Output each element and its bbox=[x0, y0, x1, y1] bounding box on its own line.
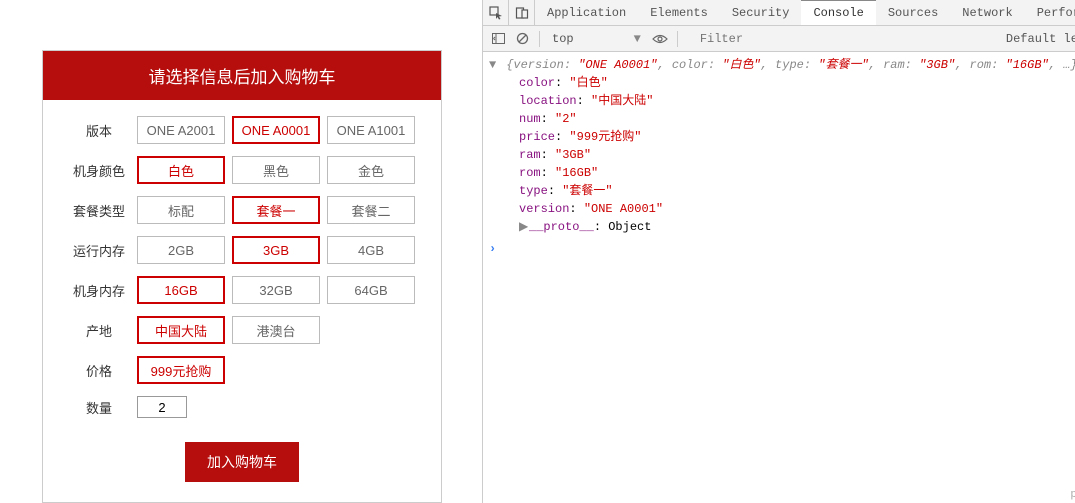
device-icon[interactable] bbox=[509, 0, 535, 26]
object-summary: {version: "ONE A0001", color: "白色", type… bbox=[506, 58, 1075, 72]
label-ram: 运行内存 bbox=[61, 241, 137, 260]
label-qty: 数量 bbox=[61, 398, 137, 417]
option-rom-1[interactable]: 32GB bbox=[232, 276, 320, 304]
context-value: top bbox=[552, 32, 574, 46]
label-type: 套餐类型 bbox=[61, 201, 137, 220]
qty-input[interactable] bbox=[137, 396, 187, 418]
options-ram: 2GB 3GB 4GB bbox=[137, 236, 415, 264]
prop-row: ram: "3GB" bbox=[489, 146, 1075, 164]
console-prompt-icon[interactable]: › bbox=[489, 236, 1075, 258]
row-price: 价格 999元抢购 bbox=[43, 350, 441, 390]
console-object[interactable]: ▼ {version: "ONE A0001", color: "白色", ty… bbox=[489, 56, 1075, 74]
qty-wrap bbox=[137, 396, 187, 418]
form-header: 请选择信息后加入购物车 bbox=[43, 51, 441, 100]
levels-label: Default levels bbox=[1006, 32, 1075, 46]
option-type-1[interactable]: 套餐一 bbox=[232, 196, 320, 224]
tab-network[interactable]: Network bbox=[950, 0, 1024, 26]
price-display: 999元抢购 bbox=[137, 356, 225, 384]
option-rom-0[interactable]: 16GB bbox=[137, 276, 225, 304]
row-qty: 数量 bbox=[43, 390, 441, 424]
label-version: 版本 bbox=[61, 121, 137, 140]
chevron-down-icon: ▼ bbox=[634, 32, 641, 46]
toggle-expanded-icon[interactable]: ▼ bbox=[489, 56, 499, 74]
tab-security[interactable]: Security bbox=[720, 0, 802, 26]
options-type: 标配 套餐一 套餐二 bbox=[137, 196, 415, 224]
option-ram-2[interactable]: 4GB bbox=[327, 236, 415, 264]
option-ram-0[interactable]: 2GB bbox=[137, 236, 225, 264]
prop-row: type: "套餐一" bbox=[489, 182, 1075, 200]
option-type-0[interactable]: 标配 bbox=[137, 196, 225, 224]
prop-row: rom: "16GB" bbox=[489, 164, 1075, 182]
context-selector[interactable]: top ▼ bbox=[546, 32, 647, 46]
options-color: 白色 黑色 金色 bbox=[137, 156, 415, 184]
options-version: ONE A2001 ONE A0001 ONE A1001 bbox=[137, 116, 415, 144]
devtools-tabs: Application Elements Security Console So… bbox=[483, 0, 1075, 26]
toolbar-divider bbox=[539, 31, 540, 47]
option-version-2[interactable]: ONE A1001 bbox=[327, 116, 415, 144]
options-location: 中国大陆 港澳台 bbox=[137, 316, 320, 344]
console-output[interactable]: ▼ {version: "ONE A0001", color: "白色", ty… bbox=[483, 52, 1075, 503]
console-sidebar-icon[interactable] bbox=[487, 28, 509, 50]
watermark: php中文网 bbox=[1071, 485, 1075, 501]
row-rom: 机身内存 16GB 32GB 64GB bbox=[43, 270, 441, 310]
option-version-1[interactable]: ONE A0001 bbox=[232, 116, 320, 144]
log-levels-selector[interactable]: Default levels ▼ bbox=[1006, 32, 1075, 46]
tab-application[interactable]: Application bbox=[535, 0, 638, 26]
console-toolbar: top ▼ Default levels ▼ bbox=[483, 26, 1075, 52]
devtools-panel: Application Elements Security Console So… bbox=[482, 0, 1075, 503]
row-location: 产地 中国大陆 港澳台 bbox=[43, 310, 441, 350]
row-ram: 运行内存 2GB 3GB 4GB bbox=[43, 230, 441, 270]
form-body: 版本 ONE A2001 ONE A0001 ONE A1001 机身颜色 白色… bbox=[43, 100, 441, 502]
clear-console-icon[interactable] bbox=[511, 28, 533, 50]
option-location-0[interactable]: 中国大陆 bbox=[137, 316, 225, 344]
row-color: 机身颜色 白色 黑色 金色 bbox=[43, 150, 441, 190]
option-version-0[interactable]: ONE A2001 bbox=[137, 116, 225, 144]
tab-sources[interactable]: Sources bbox=[876, 0, 950, 26]
tab-performance[interactable]: Performance bbox=[1025, 0, 1075, 26]
tab-console[interactable]: Console bbox=[801, 0, 875, 25]
prop-row: version: "ONE A0001" bbox=[489, 200, 1075, 218]
option-color-2[interactable]: 金色 bbox=[327, 156, 415, 184]
filter-input[interactable] bbox=[696, 32, 816, 46]
row-version: 版本 ONE A2001 ONE A0001 ONE A1001 bbox=[43, 110, 441, 150]
option-location-1[interactable]: 港澳台 bbox=[232, 316, 320, 344]
label-location: 产地 bbox=[61, 321, 137, 340]
inspect-icon[interactable] bbox=[483, 0, 509, 26]
prop-row: location: "中国大陆" bbox=[489, 92, 1075, 110]
option-color-1[interactable]: 黑色 bbox=[232, 156, 320, 184]
options-rom: 16GB 32GB 64GB bbox=[137, 276, 415, 304]
option-color-0[interactable]: 白色 bbox=[137, 156, 225, 184]
prop-row: price: "999元抢购" bbox=[489, 128, 1075, 146]
product-form: 请选择信息后加入购物车 版本 ONE A2001 ONE A0001 ONE A… bbox=[42, 50, 442, 503]
row-type: 套餐类型 标配 套餐一 套餐二 bbox=[43, 190, 441, 230]
price-value: 999元抢购 bbox=[137, 356, 225, 384]
option-ram-1[interactable]: 3GB bbox=[232, 236, 320, 264]
add-to-cart-button[interactable]: 加入购物车 bbox=[185, 442, 299, 482]
tab-elements[interactable]: Elements bbox=[638, 0, 720, 26]
label-color: 机身颜色 bbox=[61, 161, 137, 180]
prop-row: num: "2" bbox=[489, 110, 1075, 128]
page-content: 请选择信息后加入购物车 版本 ONE A2001 ONE A0001 ONE A… bbox=[0, 0, 482, 503]
option-rom-2[interactable]: 64GB bbox=[327, 276, 415, 304]
option-type-2[interactable]: 套餐二 bbox=[327, 196, 415, 224]
eye-icon[interactable] bbox=[649, 28, 671, 50]
label-price: 价格 bbox=[61, 361, 137, 380]
prop-row: color: "白色" bbox=[489, 74, 1075, 92]
label-rom: 机身内存 bbox=[61, 281, 137, 300]
toggle-collapsed-icon[interactable]: ▶ bbox=[519, 218, 529, 236]
proto-row[interactable]: ▶__proto__: Object bbox=[489, 218, 1075, 236]
toolbar-divider-2 bbox=[677, 31, 678, 47]
